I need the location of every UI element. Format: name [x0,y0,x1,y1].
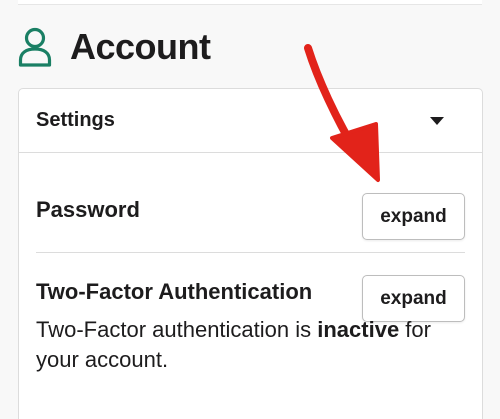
settings-card: Settings Password expand Two-Factor Auth… [18,88,483,419]
page-title: Account [70,26,211,67]
account-page: Account Settings Password expand Two-Fac… [0,0,500,419]
password-expand-button[interactable]: expand [362,193,465,240]
settings-dropdown[interactable]: Settings [19,89,482,153]
settings-label: Settings [36,109,115,131]
two-factor-section: Two-Factor Authentication expand Two-Fac… [36,253,465,419]
two-factor-status: inactive [317,317,400,342]
two-factor-description-prefix: Two-Factor authentication is [36,317,318,342]
two-factor-description: Two-Factor authentication is inactive fo… [36,315,476,375]
user-icon [18,27,52,67]
two-factor-title: Two-Factor Authentication [36,279,313,304]
password-title: Password [36,197,140,222]
top-divider [18,0,482,5]
password-section: Password expand [36,153,465,253]
page-header: Account [18,26,211,68]
caret-down-icon[interactable] [430,116,444,125]
